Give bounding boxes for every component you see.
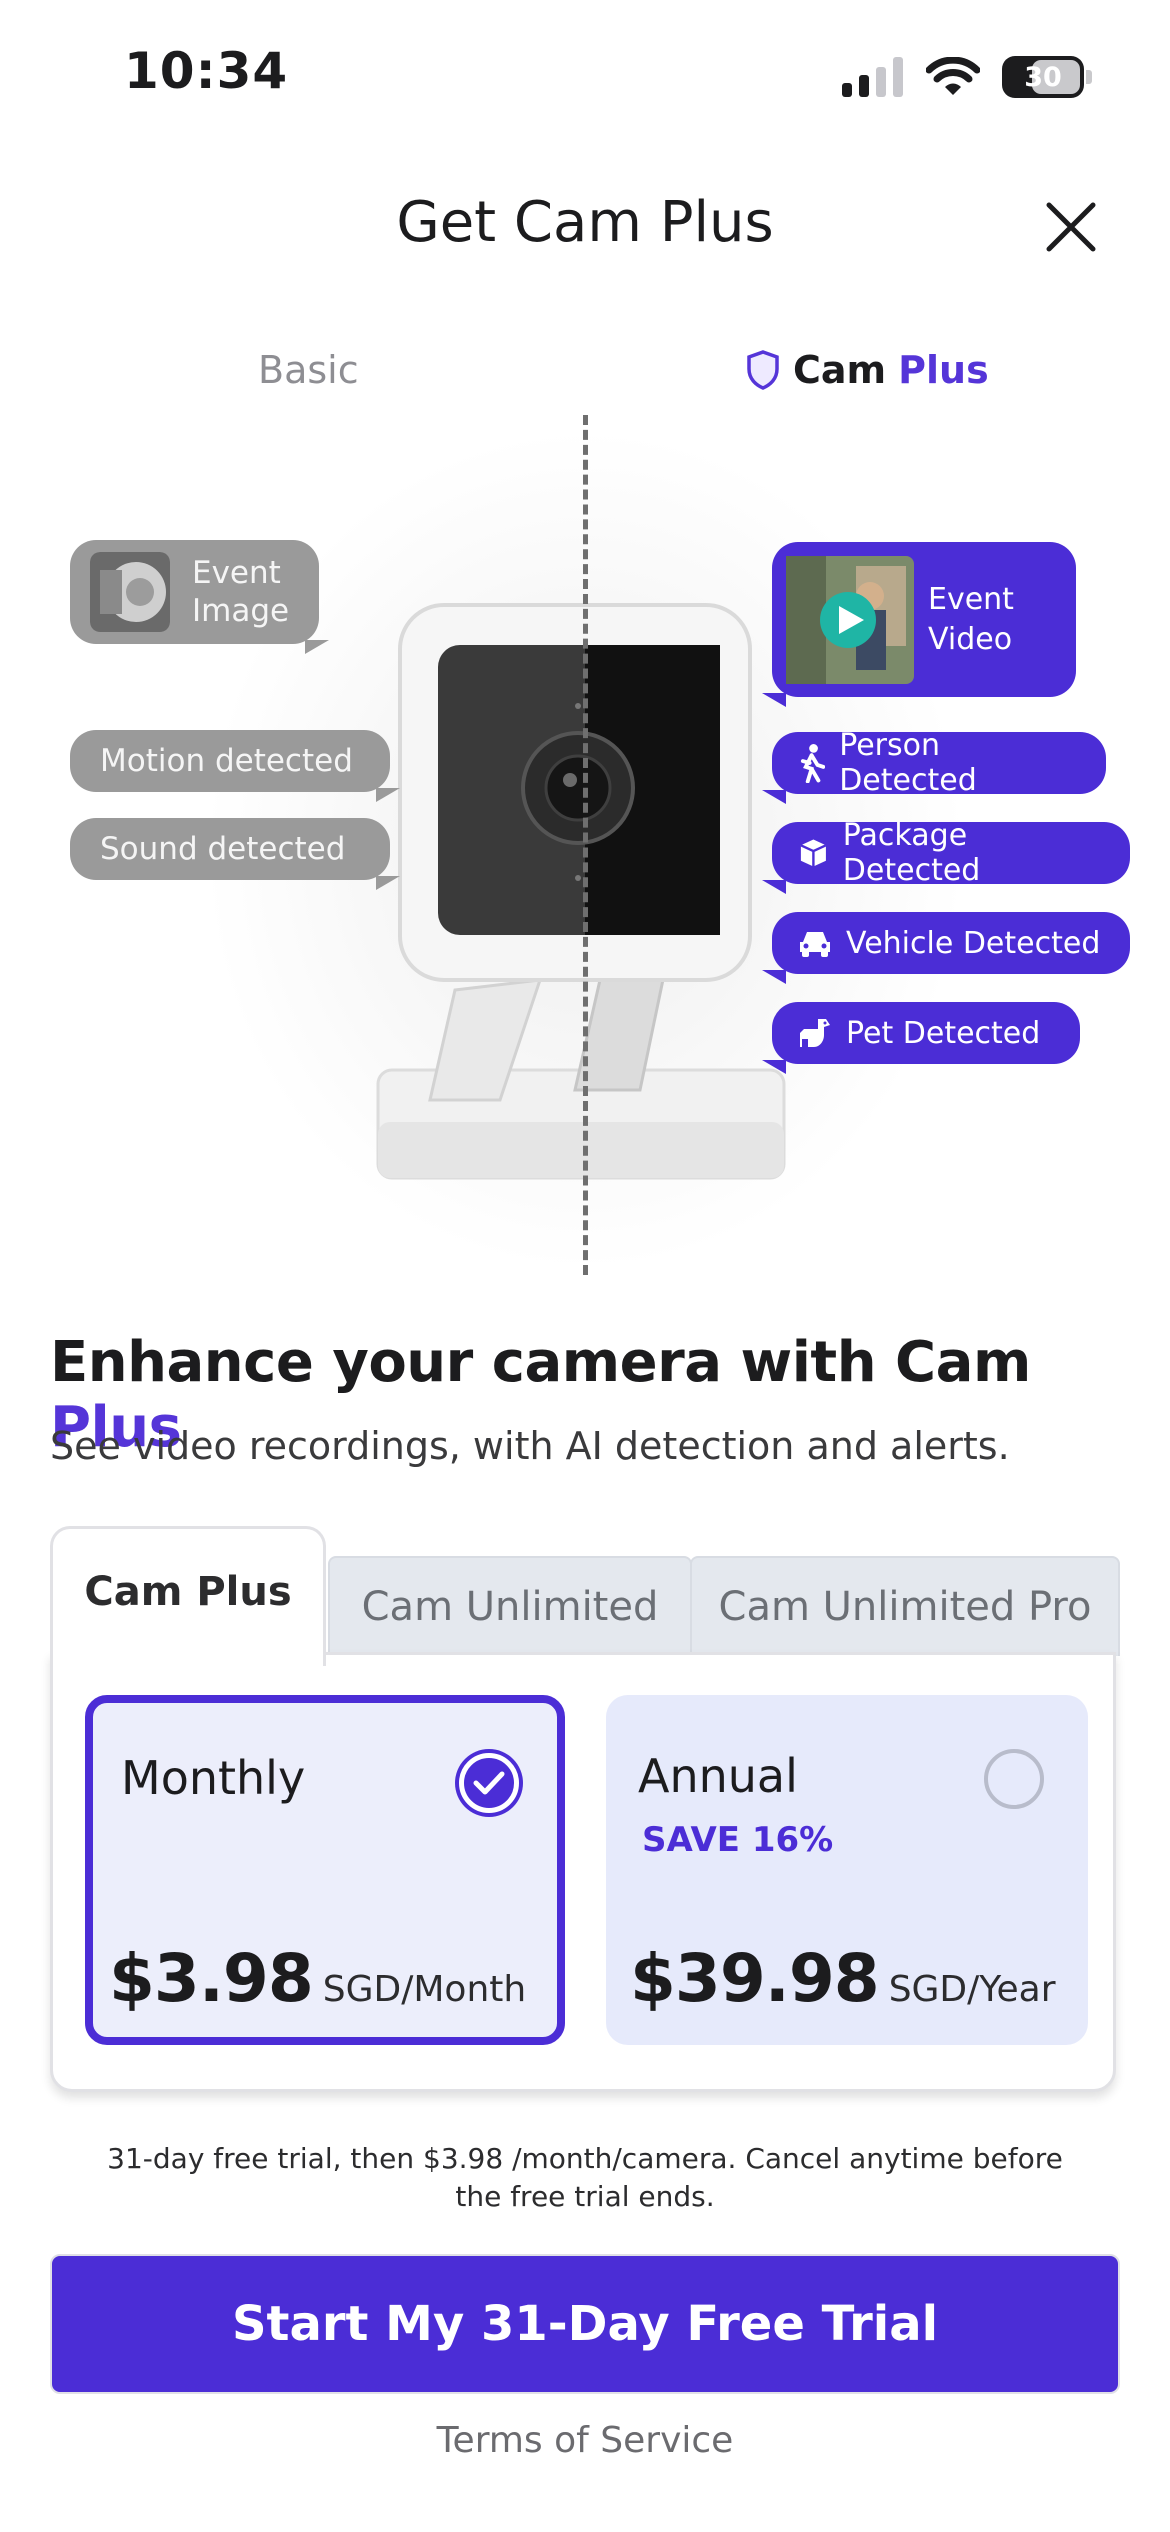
page-title: Get Cam Plus <box>396 190 774 255</box>
comparison-divider <box>583 415 588 1275</box>
basic-motion-detected: Motion detected <box>70 730 400 802</box>
plan-monthly-price: $3.98 SGD/Month <box>109 1940 526 2017</box>
package-detected-label: Package Detected <box>842 818 981 888</box>
plan-annual-unit: SGD/Year <box>888 1969 1056 2010</box>
plus-event-video: Event Video <box>762 542 1076 707</box>
close-icon <box>1046 202 1096 252</box>
basic-sound-detected: Sound detected <box>70 818 400 890</box>
terms-of-service-link[interactable]: Terms of Service <box>0 2420 1170 2461</box>
tab-cam-unlimited-pro[interactable]: Cam Unlimited Pro <box>690 1556 1120 1656</box>
event-image-thumbnail <box>90 552 170 632</box>
plan-panel: Monthly $3.98 SGD/Month Annual SAVE 16% … <box>50 1652 1116 2092</box>
battery-tip <box>1086 70 1092 84</box>
tab-cam-plus[interactable]: Cam Plus <box>50 1526 326 1666</box>
shield-icon <box>747 350 779 390</box>
cam-plus-prefix: Cam <box>793 348 887 392</box>
dog-icon <box>800 1019 830 1047</box>
event-video-line1: Event <box>928 581 1014 617</box>
person-walking-icon <box>800 744 826 783</box>
status-time: 10:34 <box>124 42 289 100</box>
close-button[interactable] <box>1036 192 1106 262</box>
checkmark-icon <box>473 1771 505 1795</box>
package-icon <box>800 839 827 867</box>
headline-prefix: Enhance your camera with Cam <box>50 1330 1031 1395</box>
plan-monthly-unit: SGD/Month <box>322 1969 527 2010</box>
car-icon <box>800 932 830 957</box>
plan-monthly-radio[interactable] <box>459 1753 519 1813</box>
basic-event-image: Event Image <box>70 540 330 654</box>
plan-annual-amount: $39.98 <box>630 1940 880 2017</box>
cam-plus-label: Cam Plus <box>745 348 989 392</box>
event-image-line2: Image <box>192 593 290 629</box>
event-image-line1: Event <box>192 555 281 591</box>
plan-annual-name: Annual <box>638 1749 798 1803</box>
person-detected-label: Person Detected <box>839 728 977 798</box>
cellular-signal-icon <box>842 57 903 97</box>
event-video-line2: Video <box>928 621 1013 657</box>
plus-vehicle-detected: Vehicle Detected <box>762 912 1130 984</box>
plan-annual-card[interactable]: Annual SAVE 16% $39.98 SGD/Year <box>606 1695 1088 2045</box>
event-video-thumbnail <box>786 555 914 684</box>
plus-pet-detected: Pet Detected <box>762 1002 1080 1074</box>
motion-detected-label: Motion detected <box>100 743 353 779</box>
plus-person-detected: Person Detected <box>762 728 1106 804</box>
sound-detected-label: Sound detected <box>100 831 346 867</box>
trial-fine-print: 31-day free trial, then $3.98 /month/cam… <box>107 2142 1063 2213</box>
plan-monthly-card[interactable]: Monthly $3.98 SGD/Month <box>85 1695 565 2045</box>
tab-cam-unlimited[interactable]: Cam Unlimited <box>328 1556 692 1656</box>
plan-monthly-amount: $3.98 <box>109 1940 314 2017</box>
plus-package-detected: Package Detected <box>762 818 1130 894</box>
plan-monthly-name: Monthly <box>121 1751 306 1805</box>
battery-level: 30 <box>1024 61 1062 93</box>
status-icons: 30 <box>842 52 1092 102</box>
plan-annual-price: $39.98 SGD/Year <box>630 1940 1056 2017</box>
basic-label: Basic <box>258 348 359 392</box>
vehicle-detected-label: Vehicle Detected <box>846 925 1101 961</box>
comparison-hero: Basic Cam Plus Event Image Motion detect… <box>0 330 1170 1290</box>
start-free-trial-button[interactable]: Start My 31-Day Free Trial <box>50 2254 1120 2394</box>
wifi-icon <box>926 57 980 95</box>
plan-annual-save-badge: SAVE 16% <box>642 1820 834 1860</box>
subheadline: See video recordings, with AI detection … <box>50 1424 1010 1468</box>
plan-annual-radio[interactable] <box>984 1749 1044 1809</box>
cam-plus-accent: Plus <box>898 348 989 392</box>
pet-detected-label: Pet Detected <box>846 1015 1041 1051</box>
battery-icon: 30 <box>1002 56 1084 98</box>
